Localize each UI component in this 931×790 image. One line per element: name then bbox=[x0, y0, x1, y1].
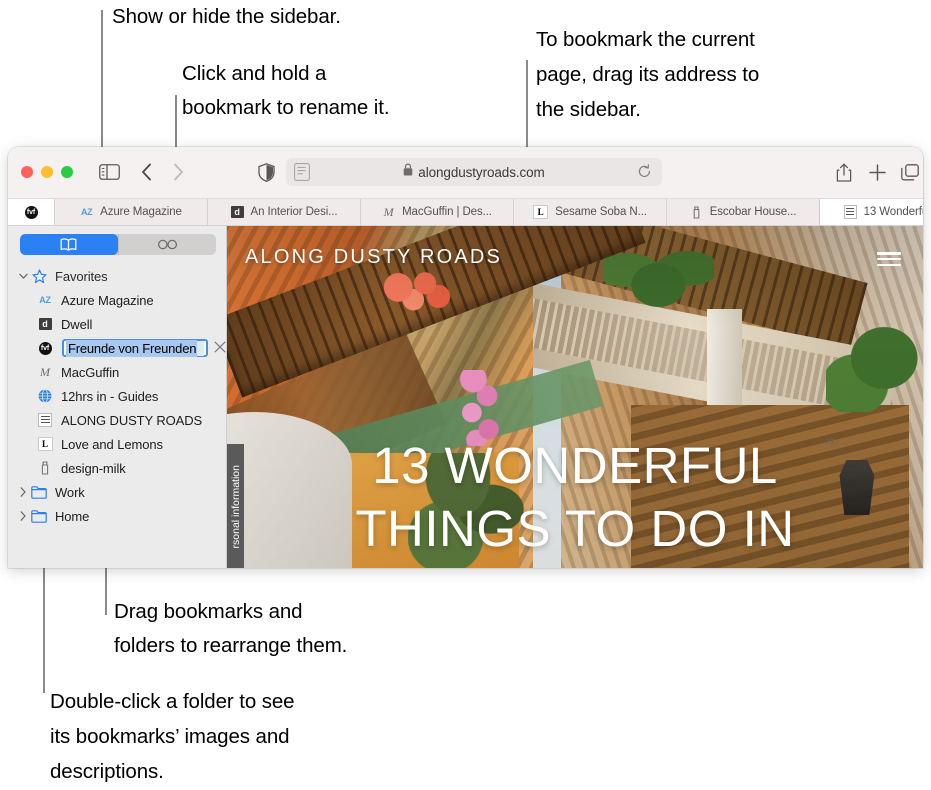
design-milk-favicon-icon bbox=[36, 461, 54, 475]
bookmark-rename-value: Freunde von Freunden bbox=[66, 340, 197, 357]
globe-favicon-icon bbox=[36, 389, 54, 403]
tab-bar: fvf AZ Azure Magazine d An Interior Desi… bbox=[8, 199, 923, 226]
folder-home[interactable]: Home bbox=[8, 504, 226, 528]
privacy-banner[interactable]: rsonal information bbox=[227, 444, 244, 568]
tab-13-wonderful-things[interactable]: 13 Wonderful T... bbox=[820, 199, 923, 225]
annotation-rename: Click and hold a bookmark to rename it. bbox=[182, 57, 389, 125]
love-and-lemons-favicon-icon: L bbox=[36, 437, 54, 451]
macguffin-favicon-icon: M bbox=[382, 206, 395, 219]
leader-line-sidebar-toggle bbox=[101, 10, 103, 158]
share-icon[interactable] bbox=[832, 160, 856, 184]
hero-heading: 13 WONDERFUL THINGS TO DO IN bbox=[227, 434, 923, 560]
url-text: alongdustyroads.com bbox=[418, 165, 544, 180]
tab-label: Escobar House... bbox=[710, 206, 797, 218]
sidebar-segmented-control[interactable] bbox=[20, 234, 216, 255]
tab-label: Sesame Soba N... bbox=[555, 206, 647, 218]
privacy-shield-icon[interactable] bbox=[254, 160, 278, 184]
tab-escobar-house[interactable]: Escobar House... bbox=[667, 199, 820, 225]
folder-icon bbox=[30, 510, 48, 523]
annotation-sidebar-toggle: Show or hide the sidebar. bbox=[112, 2, 341, 31]
lock-icon bbox=[403, 163, 413, 181]
bookmark-along-dusty-roads[interactable]: ALONG DUSTY ROADS bbox=[8, 408, 226, 432]
site-title[interactable]: ALONG DUSTY ROADS bbox=[245, 246, 502, 269]
annotation-drag-rearrange: Drag bookmarks and folders to rearrange … bbox=[114, 595, 347, 663]
bookmark-12hrs-in-guides[interactable]: 12hrs in - Guides bbox=[8, 384, 226, 408]
minimize-button[interactable] bbox=[41, 166, 53, 178]
bookmark-label: 12hrs in - Guides bbox=[61, 389, 158, 404]
leader-line-drag-rearrange-vert bbox=[105, 585, 107, 615]
macguffin-favicon-icon: M bbox=[36, 365, 54, 380]
bookmark-design-milk[interactable]: design-milk bbox=[8, 456, 226, 480]
web-content-area[interactable]: 2B2 ALONG DUSTY ROADS 13 WONDERFUL THING… bbox=[227, 226, 923, 568]
bookmark-dwell[interactable]: d Dwell bbox=[8, 312, 226, 336]
close-button[interactable] bbox=[21, 166, 33, 178]
az-favicon-icon: AZ bbox=[36, 295, 54, 305]
love-and-lemons-favicon-icon: L bbox=[533, 205, 548, 219]
tab-label: 13 Wonderful T... bbox=[864, 206, 923, 218]
hamburger-icon[interactable] bbox=[877, 252, 901, 266]
tab-an-interior-design[interactable]: d An Interior Desi... bbox=[208, 199, 361, 225]
bookmark-azure-magazine[interactable]: AZ Azure Magazine bbox=[8, 288, 226, 312]
segment-bookmarks[interactable] bbox=[20, 234, 118, 255]
tab-overview-icon[interactable] bbox=[898, 160, 922, 184]
tab-pinned-fvf[interactable]: fvf bbox=[8, 199, 55, 225]
clear-icon[interactable] bbox=[214, 340, 226, 356]
tab-label: Azure Magazine bbox=[100, 206, 182, 218]
folder-work[interactable]: Work bbox=[8, 480, 226, 504]
text-caret bbox=[197, 341, 204, 356]
bookmark-freunde-von-freunden[interactable]: fvf Freunde von Freunden bbox=[8, 336, 226, 360]
tab-label: MacGuffin | Des... bbox=[402, 206, 492, 218]
bookmark-love-and-lemons[interactable]: L Love and Lemons bbox=[8, 432, 226, 456]
dwell-favicon-icon: d bbox=[231, 206, 244, 218]
privacy-banner-label: rsonal information bbox=[230, 465, 242, 548]
bookmark-label: MacGuffin bbox=[61, 365, 119, 380]
toolbar: alongdustyroads.com bbox=[8, 147, 923, 199]
chevron-down-icon[interactable] bbox=[16, 273, 30, 280]
adr-favicon-icon bbox=[844, 206, 857, 219]
chevron-right-icon[interactable] bbox=[16, 511, 30, 521]
folder-icon bbox=[30, 486, 48, 499]
design-milk-favicon-icon bbox=[690, 206, 703, 218]
bookmarks-sidebar: Favorites AZ Azure Magazine d Dwell fvf … bbox=[8, 226, 227, 568]
az-favicon-icon: AZ bbox=[80, 206, 93, 219]
bookmarks-list: Favorites AZ Azure Magazine d Dwell fvf … bbox=[8, 264, 226, 528]
sidebar-section-label: Favorites bbox=[55, 269, 108, 284]
reload-icon[interactable] bbox=[637, 164, 653, 180]
adr-favicon-icon bbox=[36, 413, 54, 427]
fvf-favicon-icon: fvf bbox=[36, 342, 54, 355]
tab-macguffin[interactable]: M MacGuffin | Des... bbox=[361, 199, 514, 225]
plus-icon[interactable] bbox=[865, 160, 889, 184]
bookmark-rename-input[interactable]: Freunde von Freunden bbox=[62, 339, 208, 357]
window-body: Favorites AZ Azure Magazine d Dwell fvf … bbox=[8, 226, 923, 568]
bookmark-label: Love and Lemons bbox=[61, 437, 163, 452]
annotation-bookmark-drag: To bookmark the current page, drag its a… bbox=[536, 22, 759, 127]
star-icon bbox=[30, 269, 48, 284]
folder-label: Home bbox=[55, 509, 89, 524]
bookmark-macguffin[interactable]: M MacGuffin bbox=[8, 360, 226, 384]
bookmark-label: ALONG DUSTY ROADS bbox=[61, 413, 202, 428]
safari-window: alongdustyroads.com bbox=[8, 147, 923, 568]
fvf-favicon-icon: fvf bbox=[25, 206, 38, 219]
forward-arrow-icon bbox=[166, 160, 190, 184]
sidebar-toggle-icon[interactable] bbox=[96, 161, 122, 183]
annotation-double-click: Double-click a folder to see its bookmar… bbox=[50, 684, 294, 789]
chevron-right-icon[interactable] bbox=[16, 487, 30, 497]
bookmark-label: Dwell bbox=[61, 317, 92, 332]
tab-label: An Interior Desi... bbox=[251, 206, 338, 218]
segment-reading-list[interactable] bbox=[118, 234, 216, 255]
tab-azure-magazine[interactable]: AZ Azure Magazine bbox=[55, 199, 208, 225]
address-bar[interactable]: alongdustyroads.com bbox=[286, 158, 662, 186]
folder-label: Work bbox=[55, 485, 85, 500]
bookmark-label: design-milk bbox=[61, 461, 126, 476]
tab-sesame-soba[interactable]: L Sesame Soba N... bbox=[514, 199, 667, 225]
back-arrow-icon[interactable] bbox=[134, 160, 158, 184]
zoom-button[interactable] bbox=[61, 166, 73, 178]
dwell-favicon-icon: d bbox=[36, 318, 54, 330]
reader-view-icon[interactable] bbox=[294, 163, 312, 181]
sidebar-section-favorites[interactable]: Favorites bbox=[8, 264, 226, 288]
bookmark-label: Azure Magazine bbox=[61, 293, 154, 308]
